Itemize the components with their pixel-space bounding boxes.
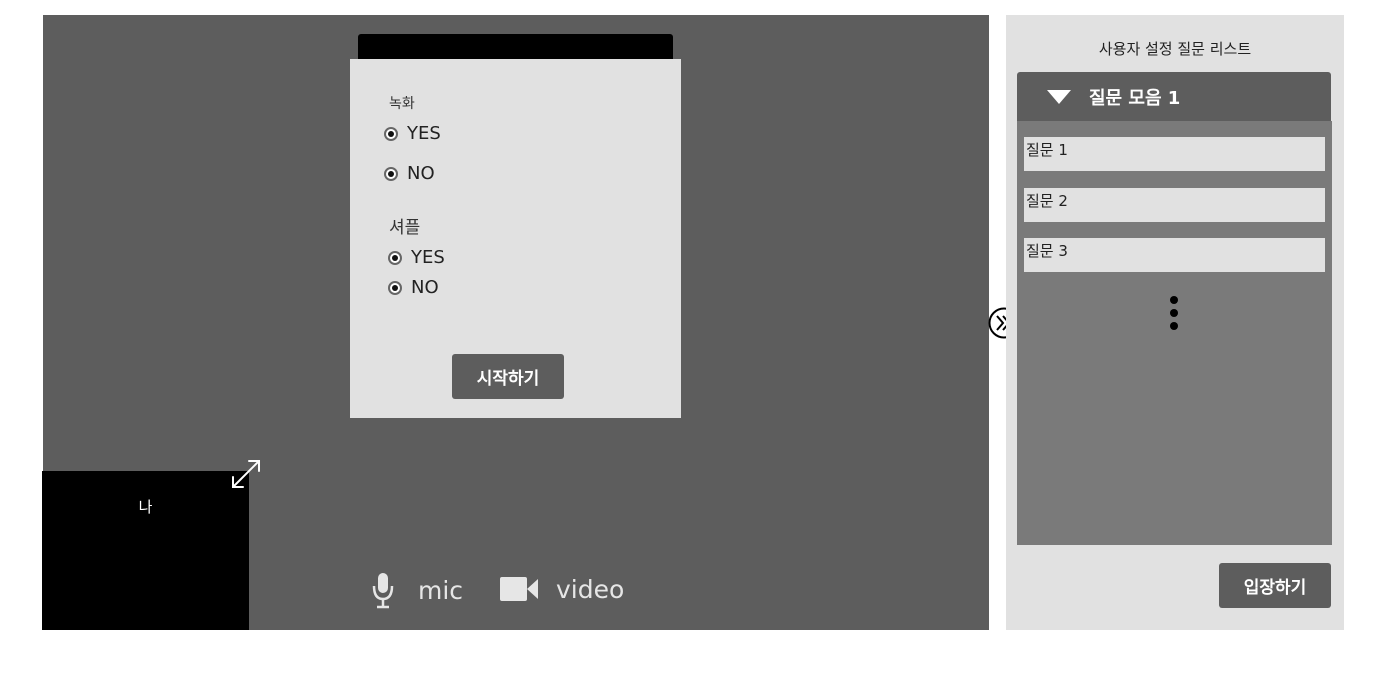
question-item[interactable]: 질문 3	[1024, 238, 1325, 272]
option-label: YES	[407, 123, 441, 144]
recording-yes-option[interactable]: YES	[384, 123, 441, 144]
shuffle-no-option[interactable]: NO	[388, 277, 439, 298]
radio-button[interactable]	[384, 166, 398, 181]
question-group-title: 질문 모음 1	[1089, 87, 1181, 109]
video-camera-icon	[500, 577, 538, 601]
question-group-header[interactable]: 질문 모음 1	[1017, 72, 1331, 121]
question-item[interactable]: 질문 1	[1024, 137, 1325, 171]
option-label: NO	[411, 277, 439, 298]
mic-icon	[372, 573, 394, 609]
video-control[interactable]: video	[499, 574, 624, 604]
vertical-ellipsis-icon	[1166, 294, 1182, 334]
recording-no-option[interactable]: NO	[384, 163, 435, 184]
triangle-down-icon	[1047, 89, 1071, 104]
start-button[interactable]: 시작하기	[452, 354, 564, 399]
self-video	[42, 471, 249, 630]
option-label: YES	[411, 247, 445, 268]
shuffle-label: 셔플	[389, 218, 421, 238]
expand-icon[interactable]	[229, 457, 263, 491]
video-label: video	[556, 574, 625, 604]
radio-button[interactable]	[388, 280, 402, 295]
radio-button[interactable]	[384, 126, 398, 141]
shuffle-yes-option[interactable]: YES	[388, 247, 445, 268]
option-label: NO	[407, 163, 435, 184]
dialog-titlebar	[358, 34, 673, 60]
mic-label: mic	[418, 575, 464, 605]
mic-control[interactable]: mic	[370, 570, 463, 610]
radio-button[interactable]	[388, 250, 402, 265]
enter-button[interactable]: 입장하기	[1219, 563, 1331, 608]
question-item[interactable]: 질문 2	[1024, 188, 1325, 222]
self-video-label: 나	[138, 498, 153, 516]
panel-title: 사용자 설정 질문 리스트	[1098, 40, 1252, 58]
recording-label: 녹화	[389, 96, 415, 112]
